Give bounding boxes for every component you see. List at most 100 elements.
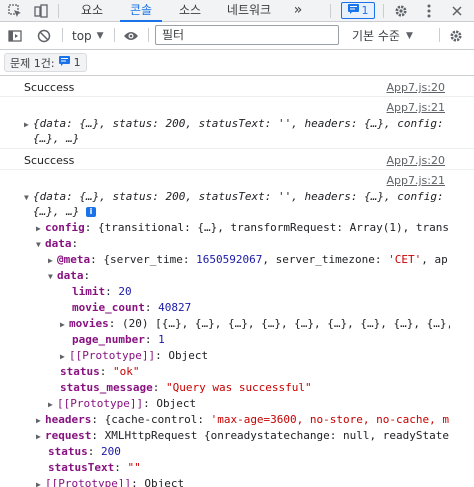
expand-triangle-icon[interactable]: ▶ [36,477,45,487]
prop-key: data [45,237,72,250]
tree-row-status-message: status_message: "Query was successful" [60,381,312,394]
filter-input[interactable] [155,25,339,45]
prop-value-string: "" [127,461,141,474]
toolbar-divider [62,28,63,42]
context-label: top [72,28,92,43]
expand-triangle-icon[interactable]: ▶ [48,397,57,412]
prop-value: {cache-control: [104,413,211,426]
tree-row-prototype[interactable]: ▶ [[Prototype]]: Object [36,476,184,487]
collapse-triangle-icon[interactable]: ▼ [24,190,33,205]
messages-badge[interactable]: 1 [341,2,375,19]
devtools-tabbar: 요소 콘솔 소스 네트워크 » 1 [0,0,474,22]
collapse-triangle-icon[interactable]: ▼ [36,237,45,252]
expand-triangle-icon[interactable]: ▶ [60,317,69,332]
object-summary-cont: {…}, …} i [33,204,96,219]
tabbar-divider [330,4,331,18]
prop-key: page_number [72,333,145,346]
expand-triangle-icon[interactable]: ▶ [36,221,45,236]
tab-sources[interactable]: 소스 [170,0,210,21]
summary-text: {data: {…}, status: 200, statusText: '',… [33,117,444,130]
info-icon[interactable]: i [85,207,96,217]
log-text: Scuccess [24,81,75,94]
prop-key: data [57,269,84,282]
console-messages: Scuccess App7.js:20 App7.js:21 ▶ {data: {… [0,76,474,487]
tree-row-config[interactable]: ▶ config: {transitional: {…}, transformRe… [36,220,450,235]
issues-bar: 문제 1건: 1 [0,50,474,76]
prop-value: {transitional: {…}, transformRequest: Ar… [98,221,450,234]
expand-triangle-icon[interactable]: ▶ [36,429,45,444]
prop-key: [[Prototype]] [69,349,156,362]
log-text: Scuccess [24,154,75,167]
issues-button[interactable]: 문제 1건: 1 [4,53,87,72]
toolbar-divider [148,28,149,42]
issues-label: 문제 1건: [10,56,55,70]
summary-text-cont: {…}, …} [33,205,80,218]
prop-key: statusText [48,461,115,474]
prop-value: {server_time: [103,253,197,266]
dropdown-arrow-icon: ▼ [405,30,413,41]
prop-value: , ap [421,253,448,266]
tree-row-prototype[interactable]: ▶ [[Prototype]]: Object [48,396,196,411]
tree-row-data[interactable]: ▼ data: [36,236,78,251]
tabbar-divider [58,4,59,18]
show-sidebar-icon[interactable] [8,22,22,49]
dropdown-arrow-icon: ▼ [96,30,104,41]
console-message: App7.js:21 ▼ {data: {…}, status: 200, sta… [0,170,474,487]
prop-key: headers [45,413,92,426]
source-link[interactable]: App7.js:20 [387,154,445,167]
collapse-triangle-icon[interactable]: ▼ [48,269,57,284]
issue-flag-icon [58,56,70,69]
expand-triangle-icon[interactable]: ▶ [36,413,45,428]
close-devtools-icon[interactable] [448,2,466,20]
expand-triangle-icon[interactable]: ▶ [24,117,33,132]
expand-triangle-icon[interactable]: ▶ [60,349,69,364]
prop-value-string: "Query was successful" [165,381,312,394]
prop-value: Object [156,397,197,410]
issues-count: 1 [73,56,81,69]
prop-value: (20) [{…}, {…}, {…}, {…}, {…}, {…}, {…},… [122,317,450,330]
log-levels-dropdown[interactable]: 기본 수준 ▼ [352,22,413,49]
prop-key: limit [72,285,106,298]
prop-value-string: 'max-age=3600, no-store, no-cache, m [210,413,449,426]
clear-console-icon[interactable] [37,22,51,49]
prop-value: Object [144,477,185,487]
tab-network[interactable]: 네트워크 [218,0,280,21]
inspect-element-icon[interactable] [6,2,24,20]
tree-row-request[interactable]: ▶ request: XMLHttpRequest {onreadystatech… [36,428,449,443]
more-tabs-button[interactable]: » [288,0,308,21]
tree-row-data-inner[interactable]: ▼ data: [48,268,90,283]
prop-value-number: 20 [118,285,132,298]
settings-gear-icon[interactable] [392,2,410,20]
console-message: Scuccess App7.js:20 [0,76,474,97]
prop-value-string: 'CET' [388,253,422,266]
prop-key: @meta [57,253,91,266]
prop-key: movies [69,317,109,330]
source-link[interactable]: App7.js:20 [387,81,445,94]
prop-key: status [48,445,88,458]
prop-value: XMLHttpRequest {onreadystatechange: null… [104,429,449,442]
object-tree-clip: ▼ {data: {…}, status: 200, statusText: ''… [0,170,450,487]
live-expression-eye-icon[interactable] [123,22,139,49]
tree-row-movies[interactable]: ▶ movies: (20) [{…}, {…}, {…}, {…}, {…}, … [60,316,450,331]
tab-elements[interactable]: 요소 [72,0,112,21]
console-settings-gear-icon[interactable] [449,22,463,49]
tree-row-meta[interactable]: ▶ @meta: {server_time: 1650592067, server… [48,252,448,267]
expand-triangle-icon[interactable]: ▶ [48,253,57,268]
more-options-icon[interactable] [420,2,438,20]
prop-key: config [45,221,85,234]
prop-value-number: 1650592067 [196,253,263,266]
object-summary[interactable]: ▶ {data: {…}, status: 200, statusText: ''… [24,116,444,131]
object-summary[interactable]: ▼ {data: {…}, status: 200, statusText: ''… [24,189,444,204]
tree-row-prototype[interactable]: ▶ [[Prototype]]: Object [60,348,208,363]
console-message: App7.js:21 ▶ {data: {…}, status: 200, sta… [0,97,474,149]
prop-key: status [60,365,100,378]
tree-row-status-text: statusText: "" [48,461,141,474]
tab-console[interactable]: 콘솔 [120,0,162,22]
device-toolbar-icon[interactable] [32,2,50,20]
context-selector[interactable]: top ▼ [72,22,104,49]
tree-row-headers[interactable]: ▶ headers: {cache-control: 'max-age=3600,… [36,412,449,427]
prop-value-number: 200 [101,445,121,458]
prop-value-number: 40827 [158,301,192,314]
tree-row-page-number: page_number: 1 [72,333,165,346]
prop-key: [[Prototype]] [45,477,132,487]
